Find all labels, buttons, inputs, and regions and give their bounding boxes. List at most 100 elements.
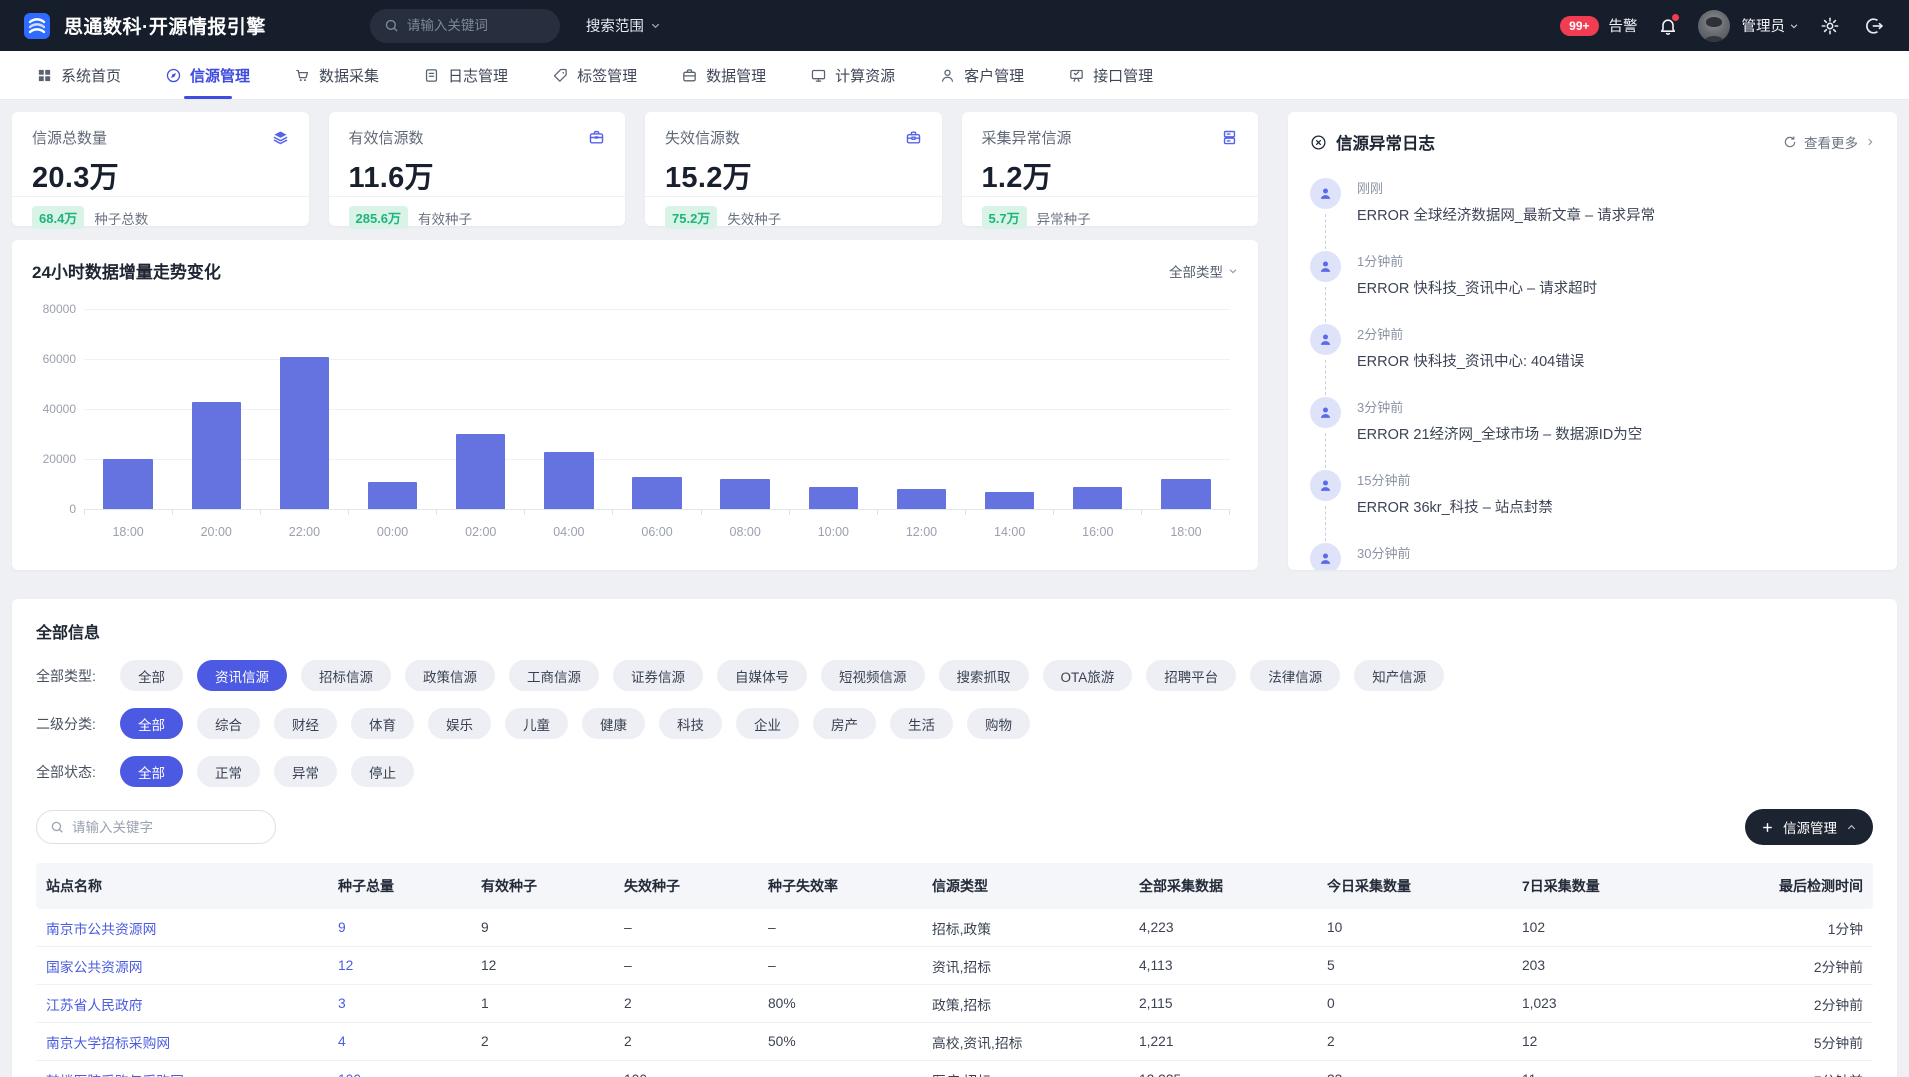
column-header[interactable]: 站点名称 xyxy=(36,876,328,896)
chart-bar[interactable] xyxy=(280,357,329,510)
column-header[interactable]: 种子总量 xyxy=(328,876,471,896)
filter-chip[interactable]: 工商信源 xyxy=(509,660,599,691)
nav-item-tag[interactable]: 标签管理 xyxy=(530,51,659,99)
table-search[interactable] xyxy=(36,810,276,844)
filter-chip[interactable]: 企业 xyxy=(736,708,799,739)
filter-chip[interactable]: 政策信源 xyxy=(405,660,495,691)
filter-chip[interactable]: 全部 xyxy=(120,660,183,691)
global-search[interactable] xyxy=(370,9,560,43)
column-header[interactable]: 全部采集数据 xyxy=(1129,876,1317,896)
filter-chip[interactable]: 搜索抓取 xyxy=(939,660,1029,691)
filter-chip[interactable]: 自媒体号 xyxy=(717,660,807,691)
filter-chip[interactable]: 娱乐 xyxy=(428,708,491,739)
table-cell[interactable]: 3 xyxy=(328,996,471,1011)
nav-item-document[interactable]: 日志管理 xyxy=(401,51,530,99)
chart-bar[interactable] xyxy=(1073,487,1122,510)
notifications-bell-icon[interactable] xyxy=(1656,14,1680,38)
site-name-link[interactable]: 南京市公共资源网 xyxy=(36,918,328,938)
filter-chip[interactable]: 财经 xyxy=(274,708,337,739)
logout-icon[interactable] xyxy=(1861,13,1887,39)
column-header[interactable]: 信源类型 xyxy=(922,876,1129,896)
filter-chip[interactable]: 证券信源 xyxy=(613,660,703,691)
nav-item-grid[interactable]: 系统首页 xyxy=(14,51,143,99)
chart-bar[interactable] xyxy=(632,477,681,510)
table-cell: 12 xyxy=(1512,1034,1722,1049)
chart-type-filter[interactable]: 全部类型 xyxy=(1169,261,1238,281)
global-search-input[interactable] xyxy=(407,18,584,33)
filter-chip[interactable]: 正常 xyxy=(197,756,260,787)
chevron-right-icon xyxy=(1865,137,1875,147)
filter-chip[interactable]: 体育 xyxy=(351,708,414,739)
chart-bar[interactable] xyxy=(1161,479,1210,509)
filter-chip[interactable]: 短视频信源 xyxy=(821,660,925,691)
filter-chip[interactable]: OTA旅游 xyxy=(1043,660,1133,691)
column-header[interactable]: 有效种子 xyxy=(471,876,614,896)
document-icon xyxy=(423,67,440,84)
table-search-input[interactable] xyxy=(72,820,262,835)
column-header[interactable]: 种子失效率 xyxy=(758,876,922,896)
chart-bar[interactable] xyxy=(897,489,946,509)
chart-bar[interactable] xyxy=(368,482,417,510)
bar-chart: 80000 60000 40000 20000 018:0020:0022:00… xyxy=(32,299,1238,547)
filter-chip[interactable]: 资讯信源 xyxy=(197,660,287,691)
settings-gear-icon[interactable] xyxy=(1817,13,1843,39)
filter-chip[interactable]: 房产 xyxy=(813,708,876,739)
filter-chip[interactable]: 生活 xyxy=(890,708,953,739)
filter-chip[interactable]: 儿童 xyxy=(505,708,568,739)
filter-chip[interactable]: 法律信源 xyxy=(1250,660,1340,691)
chart-bar[interactable] xyxy=(985,492,1034,510)
chart-bar[interactable] xyxy=(809,487,858,510)
site-name-link[interactable]: 江苏省人民政府 xyxy=(36,994,328,1014)
filter-chip[interactable]: 购物 xyxy=(967,708,1030,739)
filter-chip[interactable]: 停止 xyxy=(351,756,414,787)
column-header[interactable]: 失效种子 xyxy=(614,876,758,896)
chart-bar[interactable] xyxy=(103,459,152,509)
table-row[interactable]: 国家公共资源网1212––资讯,招标4,11352032分钟前 xyxy=(36,947,1873,985)
filter-chip[interactable]: 全部 xyxy=(120,708,183,739)
source-manage-button[interactable]: 信源管理 xyxy=(1745,809,1873,845)
filter-chip[interactable]: 健康 xyxy=(582,708,645,739)
user-menu[interactable]: 管理员 xyxy=(1742,15,1800,36)
nav-item-board[interactable]: 接口管理 xyxy=(1046,51,1175,99)
table-cell: 2分钟前 xyxy=(1722,994,1873,1014)
nav-item-briefcase[interactable]: 数据管理 xyxy=(659,51,788,99)
view-more-link[interactable]: 查看更多 xyxy=(1783,132,1875,152)
filter-chip[interactable]: 综合 xyxy=(197,708,260,739)
alert-count-badge[interactable]: 99+ xyxy=(1560,16,1598,36)
nav-item-monitor[interactable]: 计算资源 xyxy=(788,51,917,99)
chart-bar[interactable] xyxy=(544,452,593,510)
site-name-link[interactable]: 国家公共资源网 xyxy=(36,956,328,976)
chart-bar[interactable] xyxy=(192,402,241,510)
site-name-link[interactable]: 鼓楼医院采购与采购网 xyxy=(36,1070,328,1077)
column-header[interactable]: 最后检测时间 xyxy=(1722,876,1873,896)
chart-bar[interactable] xyxy=(720,479,769,509)
column-header[interactable]: 今日采集数量 xyxy=(1317,876,1512,896)
search-scope-dropdown[interactable]: 搜索范围 xyxy=(586,15,661,36)
table-cell[interactable]: 9 xyxy=(328,920,471,935)
site-name-link[interactable]: 南京大学招标采购网 xyxy=(36,1032,328,1052)
stat-cards: 信源总数量 20.3万 68.4万 种子总数 有效信源数 11.6万 285.6… xyxy=(12,112,1258,226)
filter-chip[interactable]: 知产信源 xyxy=(1354,660,1444,691)
log-time: 1分钟前 xyxy=(1357,251,1597,270)
table-row[interactable]: 南京市公共资源网99––招标,政策4,223101021分钟 xyxy=(36,909,1873,947)
chevron-up-icon xyxy=(1846,822,1857,833)
alert-label[interactable]: 告警 xyxy=(1609,15,1638,36)
filter-chip[interactable]: 科技 xyxy=(659,708,722,739)
user-avatar[interactable] xyxy=(1698,10,1730,42)
filter-chip[interactable]: 异常 xyxy=(274,756,337,787)
table-cell[interactable]: 4 xyxy=(328,1034,471,1049)
filter-chip[interactable]: 全部 xyxy=(120,756,183,787)
nav-item-compass[interactable]: 信源管理 xyxy=(143,51,272,99)
table-row[interactable]: 鼓楼医院采购与采购网100–100–医疗,招标12,22523117分钟前 xyxy=(36,1061,1873,1077)
filter-chip[interactable]: 招标信源 xyxy=(301,660,391,691)
chart-bar[interactable] xyxy=(456,434,505,509)
log-person-icon xyxy=(1310,397,1341,428)
column-header[interactable]: 7日采集数量 xyxy=(1512,876,1722,896)
table-cell[interactable]: 100 xyxy=(328,1072,471,1077)
table-cell[interactable]: 12 xyxy=(328,958,471,973)
filter-chip[interactable]: 招聘平台 xyxy=(1146,660,1236,691)
nav-item-cart[interactable]: 数据采集 xyxy=(272,51,401,99)
table-row[interactable]: 江苏省人民政府31280%政策,招标2,11501,0232分钟前 xyxy=(36,985,1873,1023)
nav-item-user[interactable]: 客户管理 xyxy=(917,51,1046,99)
table-row[interactable]: 南京大学招标采购网42250%高校,资讯,招标1,2212125分钟前 xyxy=(36,1023,1873,1061)
